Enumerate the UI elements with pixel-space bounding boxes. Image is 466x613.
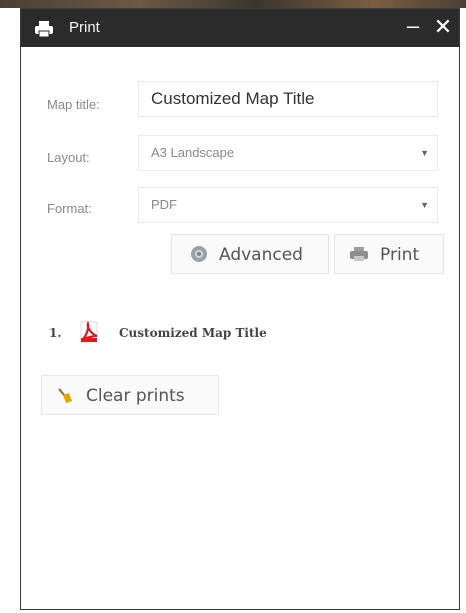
printer-icon (34, 20, 54, 38)
chevron-down-icon: ▼ (420, 148, 429, 158)
printer-icon (349, 245, 369, 268)
print-button[interactable]: Print (334, 234, 444, 274)
close-button[interactable]: ✕ (433, 14, 453, 40)
clear-prints-button[interactable]: Clear prints (41, 375, 219, 415)
print-label: Print (380, 245, 420, 265)
map-title-label: Map title: (47, 97, 100, 112)
map-title-input[interactable] (139, 82, 437, 116)
layout-value: A3 Landscape (151, 145, 235, 160)
advanced-label: Advanced (219, 245, 303, 265)
advanced-button[interactable]: Advanced (171, 234, 329, 274)
format-select[interactable]: PDF ▼ (138, 187, 438, 223)
layout-select[interactable]: A3 Landscape ▼ (138, 135, 438, 171)
panel-title: Print (69, 19, 100, 36)
pdf-icon (79, 320, 101, 348)
print-item-link[interactable]: Customized Map Title (119, 326, 267, 340)
print-panel: Print – ✕ Map title: Layout: A3 Landscap… (20, 8, 460, 610)
chevron-down-icon: ▼ (420, 200, 429, 210)
format-label: Format: (47, 201, 92, 216)
format-value: PDF (151, 197, 177, 212)
broom-icon (56, 387, 74, 410)
clear-prints-label: Clear prints (86, 386, 185, 406)
print-item-number: 1. (49, 326, 62, 340)
panel-titlebar[interactable]: Print – ✕ (21, 9, 459, 47)
map-title-field[interactable] (138, 81, 438, 117)
gear-icon (190, 245, 208, 268)
minimize-button[interactable]: – (405, 13, 421, 39)
background-strip (0, 0, 466, 8)
layout-label: Layout: (47, 150, 90, 165)
